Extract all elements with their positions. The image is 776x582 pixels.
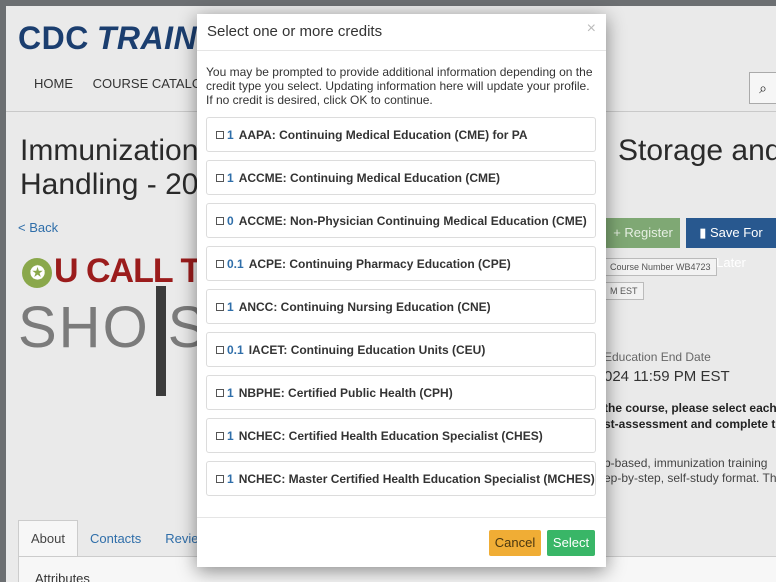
credits-modal: Select one or more credits × You may be … — [197, 14, 606, 567]
checkbox[interactable] — [216, 173, 224, 182]
cancel-button[interactable]: Cancel — [489, 530, 541, 556]
credit-label: ACCME: Non-Physician Continuing Medical … — [238, 213, 587, 228]
description-text: b-based, immunization training ep-by-ste… — [604, 456, 776, 486]
checkbox[interactable] — [216, 345, 224, 354]
credit-label: NCHEC: Master Certified Health Education… — [238, 471, 595, 486]
brand-train: TRAIN — [96, 20, 198, 56]
bookmark-icon: ▮ — [699, 225, 710, 240]
credit-option-nchec-mches[interactable]: 1 NCHEC: Master Certified Health Educati… — [206, 461, 596, 496]
course-tabs: About Contacts Reviews — [18, 520, 226, 557]
credit-value: 1 — [227, 385, 234, 400]
register-button[interactable]: + Register — [606, 218, 680, 248]
credit-option-nbphe-cph[interactable]: 1 NBPHE: Certified Public Health (CPH) — [206, 375, 596, 410]
save-for-later-button[interactable]: ▮ Save For Later — [686, 218, 776, 270]
select-button[interactable]: Select — [547, 530, 595, 556]
time-chip: M EST — [604, 282, 644, 300]
instructions-line1: the course, please select each type — [604, 401, 776, 415]
tab-about[interactable]: About — [18, 520, 78, 557]
credit-value: 1 — [227, 170, 234, 185]
credit-value: 1 — [227, 127, 234, 142]
tab-contacts[interactable]: Contacts — [78, 521, 153, 557]
checkbox[interactable] — [216, 474, 224, 483]
instructions-line2: st-assessment and complete the — [604, 417, 776, 431]
credit-option-ancc-cne[interactable]: 1 ANCC: Continuing Nursing Education (CN… — [206, 289, 596, 324]
credit-label: ACPE: Continuing Pharmacy Education (CPE… — [248, 256, 511, 271]
credit-label: ANCC: Continuing Nursing Education (CNE) — [238, 299, 491, 314]
credit-option-acpe-cpe[interactable]: 0.1 ACPE: Continuing Pharmacy Education … — [206, 246, 596, 281]
modal-header: Select one or more credits × — [197, 14, 606, 51]
credit-label: NBPHE: Certified Public Health (CPH) — [238, 385, 453, 400]
checkbox[interactable] — [216, 130, 224, 139]
attributes-label: Attributes — [35, 571, 90, 582]
credit-value: 0.1 — [227, 342, 244, 357]
credit-list: 1 AAPA: Continuing Medical Education (CM… — [206, 117, 596, 504]
modal-footer-divider — [197, 517, 606, 518]
checkbox[interactable] — [216, 216, 224, 225]
course-logo-bottom: SHO S — [18, 295, 209, 360]
end-date-value: 024 11:59 PM EST — [604, 368, 730, 385]
brand-cdc: CDC — [18, 20, 89, 56]
credit-option-aapa-cme[interactable]: 1 AAPA: Continuing Medical Education (CM… — [206, 117, 596, 152]
credit-label: NCHEC: Certified Health Education Specia… — [238, 428, 543, 443]
save-for-later-label: Save For Later — [710, 225, 763, 270]
syringe-icon — [156, 286, 166, 396]
credit-value: 1 — [227, 471, 234, 486]
badge-icon: ✪ — [22, 258, 52, 289]
credit-option-accme-non-physician[interactable]: 0 ACCME: Non-Physician Continuing Medica… — [206, 203, 596, 238]
credit-label: IACET: Continuing Education Units (CEU) — [248, 342, 486, 357]
credit-value: 1 — [227, 428, 234, 443]
checkbox[interactable] — [216, 431, 224, 440]
description-line1: b-based, immunization training — [604, 456, 768, 470]
credit-option-accme-cme[interactable]: 1 ACCME: Continuing Medical Education (C… — [206, 160, 596, 195]
checkbox[interactable] — [216, 259, 224, 268]
description-line2: ep-by-step, self-study format. These — [604, 471, 776, 485]
modal-title: Select one or more credits — [207, 23, 383, 40]
close-icon[interactable]: × — [587, 20, 596, 38]
credit-label: AAPA: Continuing Medical Education (CME)… — [238, 127, 528, 142]
credit-option-iacet-ceu[interactable]: 0.1 IACET: Continuing Education Units (C… — [206, 332, 596, 367]
nav-home[interactable]: HOME — [34, 76, 73, 91]
instructions-text: the course, please select each type st-a… — [604, 400, 776, 432]
credit-value: 0.1 — [227, 256, 244, 271]
credit-label: ACCME: Continuing Medical Education (CME… — [238, 170, 501, 185]
checkbox[interactable] — [216, 302, 224, 311]
site-logo[interactable]: CDC TRAIN — [18, 20, 197, 57]
course-logo-top: ✪ U CALL TH — [22, 252, 225, 291]
credit-value: 0 — [227, 213, 234, 228]
back-link[interactable]: < Back — [18, 220, 58, 235]
credit-value: 1 — [227, 299, 234, 314]
search-icon: ⌕ — [759, 80, 767, 96]
credit-option-nchec-ches[interactable]: 1 NCHEC: Certified Health Education Spec… — [206, 418, 596, 453]
modal-description: You may be prompted to provide additiona… — [206, 65, 593, 107]
checkbox[interactable] — [216, 388, 224, 397]
end-date-label: Education End Date — [604, 350, 711, 364]
search-button[interactable]: ⌕ — [749, 72, 776, 104]
course-number-chip: Course Number WB4723 — [604, 258, 717, 276]
nav-course-catalog[interactable]: COURSE CATALOG — [93, 76, 212, 91]
course-title-right: Storage and — [618, 134, 776, 167]
